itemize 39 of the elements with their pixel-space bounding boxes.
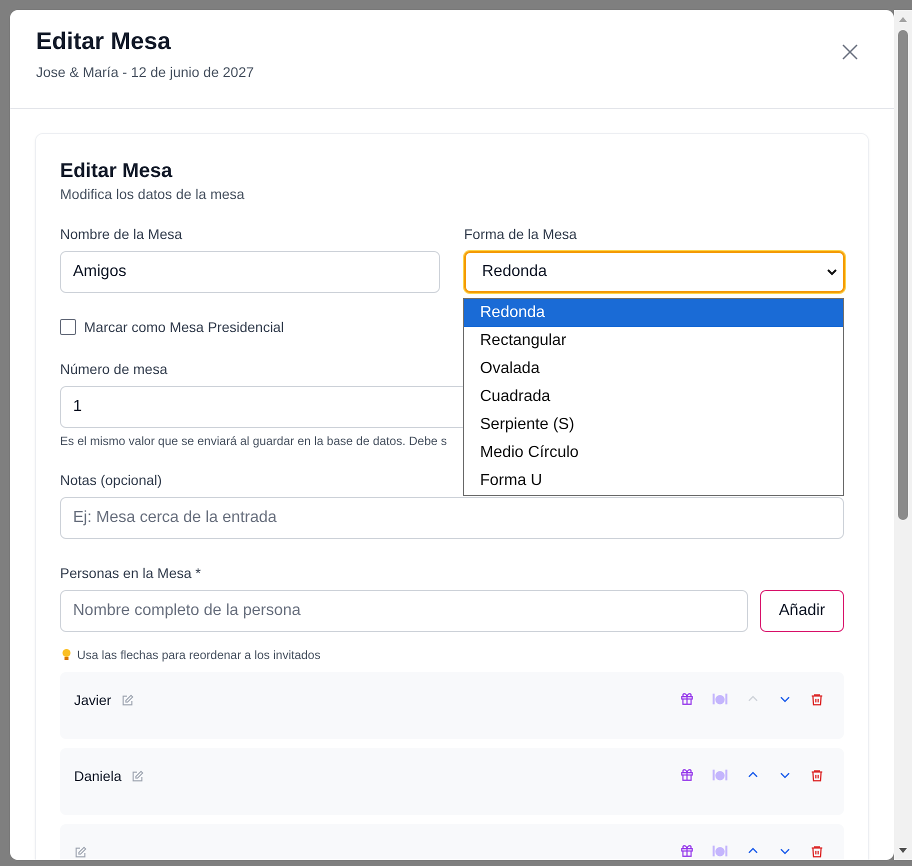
gift-icon[interactable] (680, 692, 694, 706)
dropdown-option[interactable]: Medio Círculo (464, 439, 843, 467)
dropdown-option[interactable]: Cuadrada (464, 383, 843, 411)
dropdown-option[interactable]: Forma U (464, 467, 843, 495)
shape-select[interactable]: Redonda (464, 251, 845, 293)
trash-icon[interactable] (810, 692, 824, 707)
trash-icon[interactable] (810, 844, 824, 859)
field-label: Nombre de la Mesa (60, 226, 182, 242)
card-title: Editar Mesa (60, 159, 174, 184)
gift-icon[interactable] (680, 844, 694, 858)
guest-name: Daniela (74, 768, 122, 784)
gift-icon[interactable] (680, 768, 694, 782)
field-label: Personas en la Mesa * (60, 565, 201, 581)
person-name-field[interactable]: Nombre completo de la persona (60, 590, 748, 632)
field-label: Forma de la Mesa (464, 226, 577, 242)
caret-icon (827, 268, 837, 276)
edit-icon[interactable] (74, 846, 87, 859)
scrollbar[interactable] (894, 10, 912, 860)
field-hint: Es el mismo valor que se enviará al guardar en la base de datos. Debe s (60, 434, 448, 448)
add-button[interactable]: Añadir (760, 590, 844, 632)
card-description: Modifica los datos de la mesa (60, 186, 246, 202)
table-name-field[interactable]: Amigos (60, 251, 440, 293)
dropdown-option[interactable]: Rectangular (464, 327, 843, 355)
checkbox[interactable] (60, 319, 76, 335)
tip-text: Usa las flechas para reordenar a los invitados (77, 648, 320, 662)
notes-field[interactable]: Ej: Mesa cerca de la entrada (60, 497, 844, 539)
close-button[interactable] (842, 44, 858, 60)
dropdown-option[interactable]: Redonda (464, 299, 843, 327)
checkbox-label: Marcar como Mesa Presidencial (84, 319, 284, 335)
lightbulb-icon (62, 649, 71, 661)
edit-icon[interactable] (131, 770, 144, 783)
modal-title: Editar Mesa (36, 28, 171, 56)
modal-subtitle: Jose & María - 12 de junio de 2027 (36, 64, 255, 80)
edit-icon[interactable] (121, 694, 134, 707)
field-label: Número de mesa (60, 361, 168, 377)
dropdown-option[interactable]: Ovalada (464, 355, 843, 383)
field-label: Notas (opcional) (60, 472, 162, 488)
guest-name: Javier (74, 692, 112, 708)
trash-icon[interactable] (810, 768, 824, 783)
